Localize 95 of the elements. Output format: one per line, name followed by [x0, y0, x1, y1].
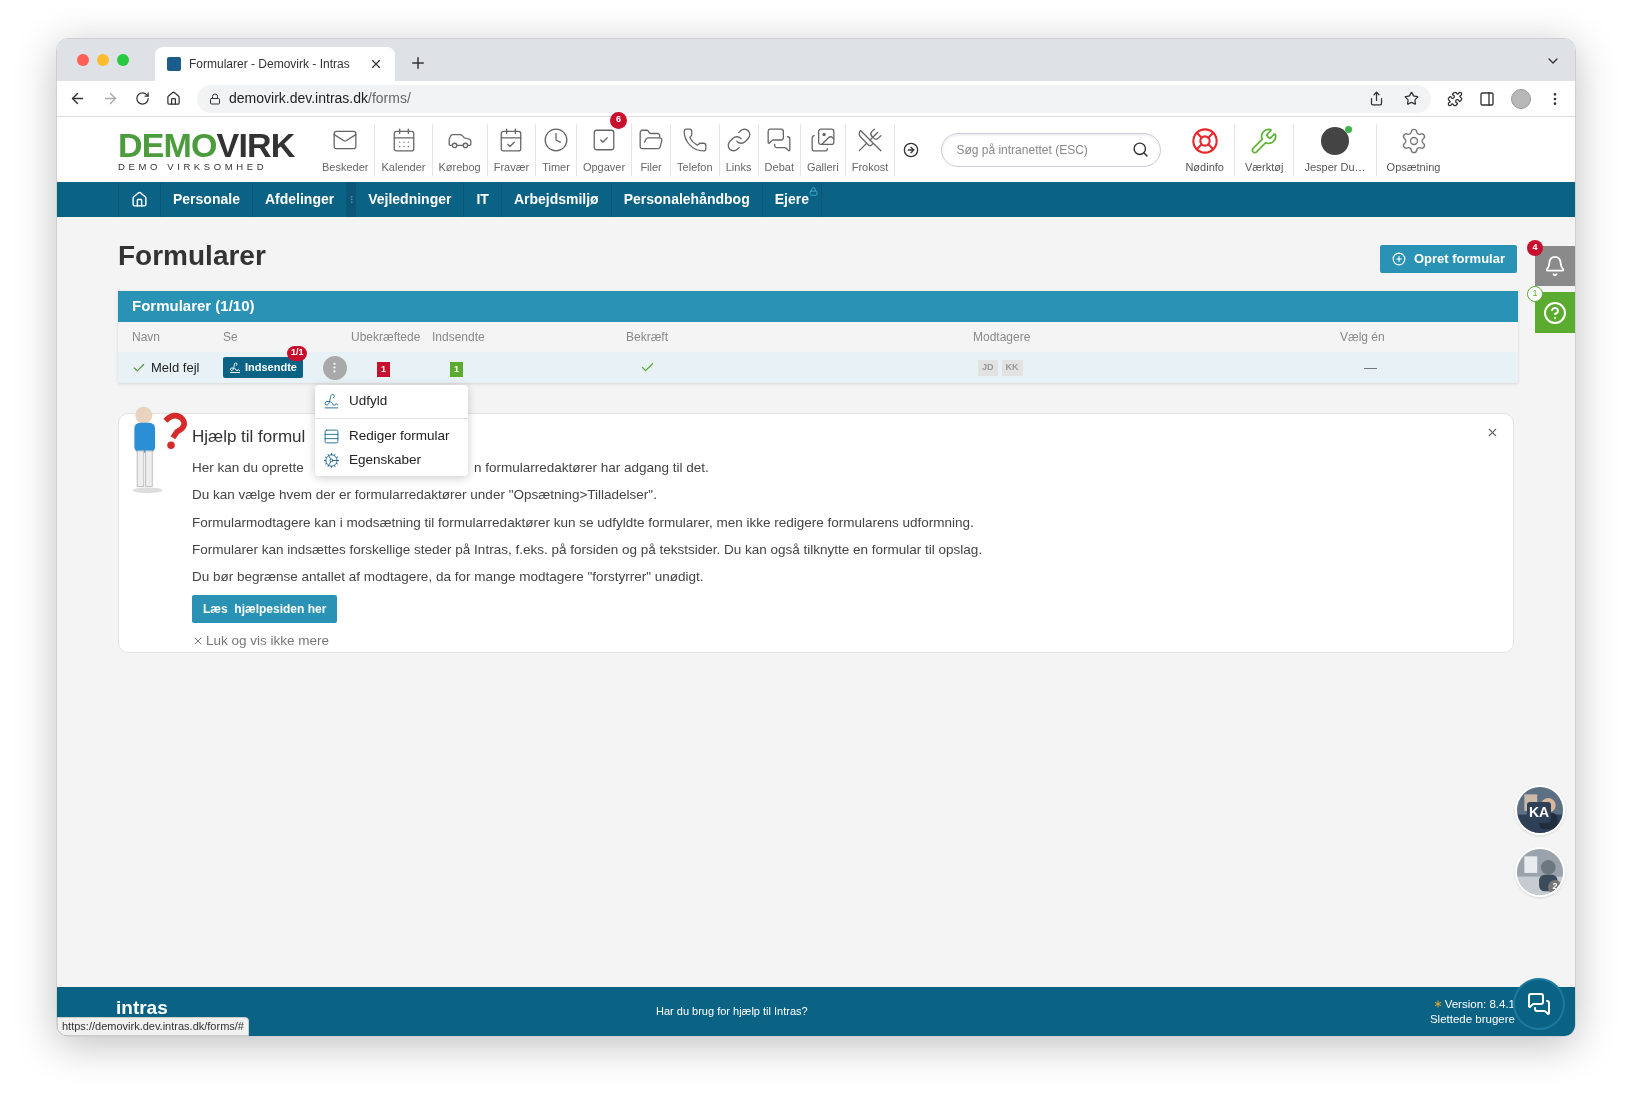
app-shortcut[interactable]: Frokost — [845, 127, 895, 176]
clock-icon — [543, 127, 570, 153]
app-shortcut[interactable]: Kalender — [375, 127, 432, 176]
browser-tab[interactable]: Formularer - Demovirk - Intras — [155, 47, 395, 81]
url-text: demovirk.dev.intras.dk/forms/ — [229, 89, 411, 108]
app-shortcut[interactable]: Nødinfo — [1175, 123, 1235, 176]
column-header: Vælg én — [1340, 330, 1385, 344]
status-url-tooltip: https://demovirk.dev.intras.dk/forms/# — [57, 1017, 249, 1036]
app-shortcut[interactable]: Opgaver — [576, 127, 632, 176]
app-shortcut[interactable]: Timer — [536, 127, 576, 176]
app-shortcut[interactable]: Opsætning — [1376, 123, 1451, 176]
lock-icon — [808, 187, 818, 196]
images-icon — [809, 127, 836, 153]
rows-icon — [323, 427, 340, 445]
drag-handle-icon[interactable] — [347, 182, 357, 217]
share-icon[interactable] — [1369, 91, 1384, 106]
help-link[interactable]: Har du brug for hjælp til Intras? — [656, 1003, 808, 1020]
column-header: Modtagere — [973, 330, 1031, 344]
back-icon[interactable] — [69, 90, 86, 107]
help-text: Formularmodtagere kan i modsætning til formularredaktører kun se udfyldte formularer, men ikke redigere formularens udformning. — [192, 513, 975, 532]
fork-knife-icon — [857, 127, 884, 153]
gears-icon — [323, 451, 340, 469]
extensions-icon[interactable] — [1447, 90, 1463, 107]
chat-bubbles-icon — [1527, 992, 1551, 1016]
company-logo[interactable]: DEMOVIRK DEMO VIRKSOMHED — [118, 127, 308, 172]
help-title: Hjælp til formul — [192, 426, 306, 448]
side-panel-icon[interactable] — [1479, 90, 1495, 107]
menu-item[interactable]: Udfyld — [315, 389, 468, 413]
address-bar[interactable]: demovirk.dev.intras.dk/forms/ — [197, 84, 1431, 113]
help-text: Du bør begrænse antallet af modtagere, da for mange modtagere "forstyrrer" unødigt. — [192, 568, 705, 586]
site-favicon-icon — [167, 57, 181, 71]
search-field[interactable]: Søg på intranettet (ESC) — [941, 132, 1162, 167]
help-text: Du kan vælge hvem der er formularredaktører under "Opsætning>Tilladelser". — [192, 486, 658, 505]
bell-icon — [1544, 255, 1566, 277]
column-header: Indsendte — [432, 330, 485, 344]
app-shortcut[interactable]: Galleri — [800, 127, 845, 176]
profile-avatar-icon[interactable] — [1511, 88, 1531, 109]
tab-title: Formularer - Demovirk - Intras — [189, 56, 351, 73]
app-shortcut[interactable]: Debat — [758, 127, 800, 176]
submitted-button[interactable]: Indsendte — [223, 357, 303, 378]
phone-icon — [681, 127, 708, 153]
column-header: Ubekræftede — [351, 330, 421, 344]
user-avatar — [1321, 127, 1349, 155]
link-icon — [725, 127, 752, 153]
pen-icon — [323, 392, 340, 410]
home-icon[interactable] — [166, 91, 181, 106]
bookmark-star-icon[interactable] — [1404, 91, 1419, 106]
page-title: Formularer — [118, 239, 266, 273]
close-icon[interactable] — [1486, 426, 1499, 439]
count-badge: 4 — [1527, 240, 1543, 256]
home-icon — [131, 191, 148, 208]
app-shortcut[interactable]: Jesper Du… — [1294, 123, 1377, 176]
help-icon — [1543, 300, 1567, 325]
app-shortcut[interactable]: Beskeder — [316, 127, 375, 176]
help-text: Formularer kan indsættes forskellige steder på Intras, f.eks. på forsiden og på tekstsider. Du kan også tilknytte en formular til opslag. — [192, 540, 984, 559]
presence-avatar[interactable]: KA — [1515, 785, 1565, 835]
close-tab-icon[interactable] — [369, 57, 383, 71]
create-form-button[interactable]: Opret formular — [1380, 245, 1517, 273]
recipient-initials: KK — [1001, 359, 1023, 376]
column-header: Navn — [132, 330, 160, 344]
menu-item[interactable]: Egenskaber — [315, 448, 468, 472]
deleted-users-link[interactable]: Slettede brugere — [1429, 1011, 1515, 1026]
search-icon[interactable] — [1132, 140, 1150, 158]
help-page-button[interactable]: Læs hjælpesiden her — [192, 595, 338, 624]
plus-icon — [1392, 252, 1406, 266]
recipient-initials: JD — [978, 359, 998, 376]
unconfirmed-count: 1 — [377, 362, 390, 377]
checkbox-icon — [591, 127, 617, 153]
more-apps-icon[interactable] — [903, 141, 920, 158]
lock-icon — [209, 92, 221, 105]
form-name[interactable]: Meld fejl — [151, 357, 200, 378]
help-text: n formularredaktører har adgang til det. — [474, 459, 709, 477]
dismiss-link[interactable]: Luk og vis ikke mere — [192, 631, 330, 652]
count-badge: 1 — [1527, 286, 1543, 302]
chat-bubbles-icon — [766, 127, 793, 153]
app-shortcut[interactable]: Kørebog — [432, 127, 487, 176]
pen-icon — [229, 361, 241, 374]
wrench-icon — [1250, 127, 1279, 155]
reload-icon[interactable] — [135, 91, 150, 106]
new-tab-icon[interactable] — [409, 54, 427, 72]
help-text: Her kan du oprette — [192, 460, 304, 475]
submitted-count: 1 — [450, 362, 463, 377]
app-shortcut[interactable]: Værktøj — [1234, 123, 1295, 176]
column-header: Bekræft — [626, 330, 668, 344]
menu-item[interactable]: Rediger formular — [315, 424, 468, 448]
column-header: Se — [223, 330, 238, 344]
table-cell: — — [1364, 359, 1377, 375]
app-shortcut[interactable]: Links — [719, 127, 758, 176]
app-shortcut[interactable]: Telefon — [671, 127, 719, 176]
version-text: Version: 8.4.1 — [1444, 997, 1515, 1012]
app-shortcut[interactable]: Fravær — [487, 127, 536, 176]
app-shortcut[interactable]: Filer — [632, 127, 671, 176]
panel-header: Formularer (1/10) — [118, 291, 1518, 322]
help-tab[interactable] — [1535, 292, 1575, 333]
life-buoy-icon — [1190, 127, 1219, 155]
